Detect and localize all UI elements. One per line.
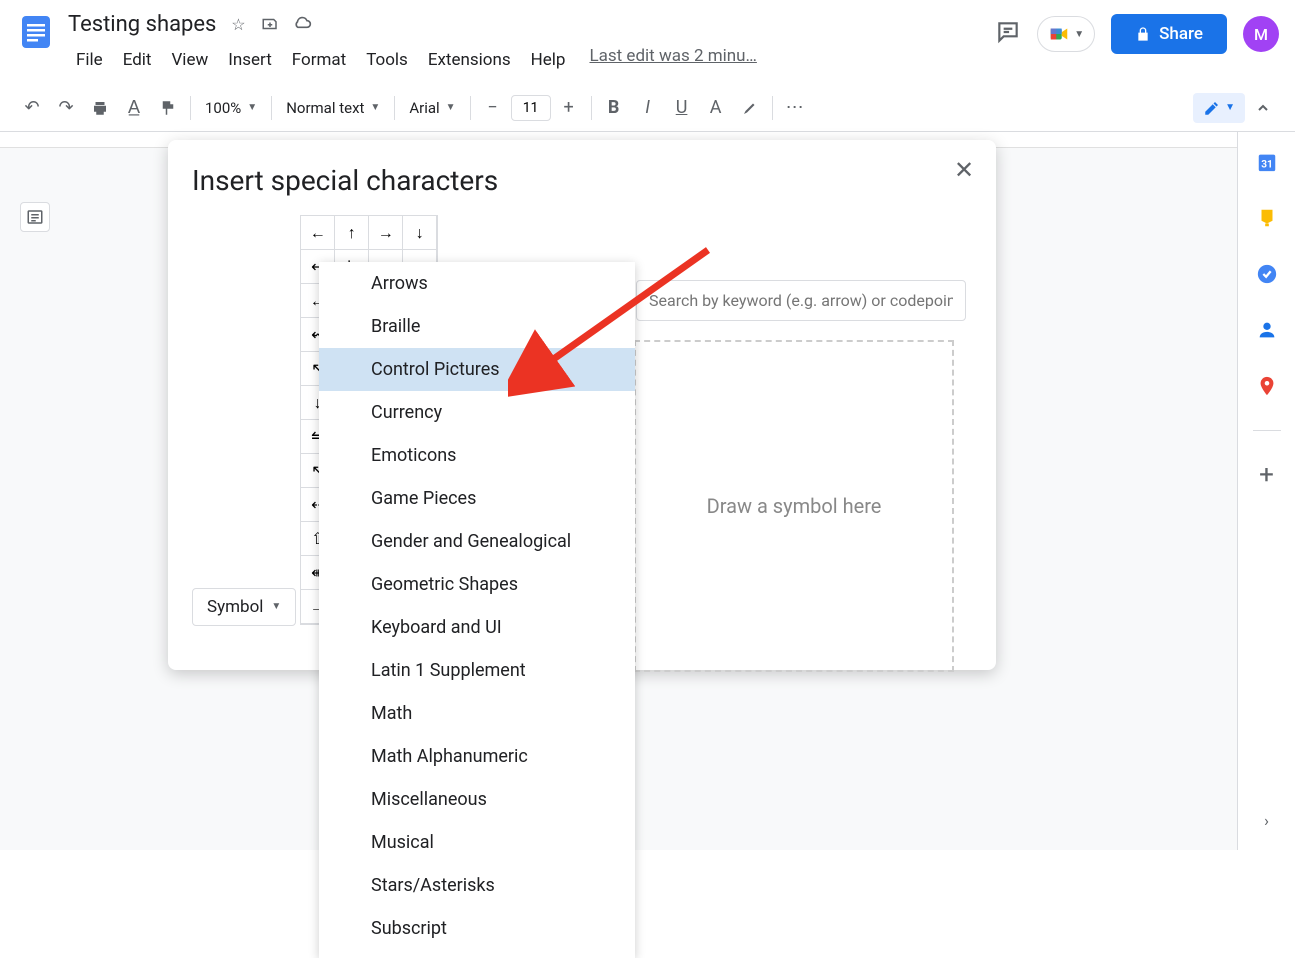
docs-logo[interactable] (16, 8, 56, 56)
toolbar: ↶ ↷ A̲ 100%▼ Normal text▼ Arial▼ − + B I… (0, 84, 1295, 132)
move-icon[interactable] (260, 14, 280, 34)
contacts-icon[interactable] (1255, 318, 1279, 342)
menu-insert[interactable]: Insert (220, 46, 280, 74)
category-item[interactable]: Subscript (319, 907, 635, 950)
category-item[interactable]: Math (319, 692, 635, 735)
cloud-status-icon[interactable] (292, 14, 312, 34)
category-item[interactable]: Geometric Shapes (319, 563, 635, 606)
menu-extensions[interactable]: Extensions (420, 46, 519, 74)
close-icon[interactable]: ✕ (950, 156, 978, 184)
maps-icon[interactable] (1255, 374, 1279, 398)
share-button[interactable]: Share (1111, 14, 1227, 54)
category-item[interactable]: Musical (319, 821, 635, 864)
doc-title[interactable]: Testing shapes (68, 12, 216, 37)
highlight-button[interactable] (734, 92, 766, 124)
symbol-cell[interactable]: ← (301, 216, 335, 250)
category-item[interactable]: Braille (319, 305, 635, 348)
paint-format-button[interactable] (152, 92, 184, 124)
svg-text:31: 31 (1261, 160, 1273, 171)
menubar: File Edit View Insert Format Tools Exten… (68, 40, 995, 74)
category-item[interactable]: Math Alphanumeric (319, 735, 635, 778)
category-item[interactable]: Control Pictures (319, 348, 635, 391)
account-avatar[interactable]: M (1243, 16, 1279, 52)
collapse-sidepanel-icon[interactable]: › (1264, 811, 1269, 830)
subcategory-dropdown[interactable]: ArrowsBrailleControl PicturesCurrencyEmo… (319, 262, 635, 958)
menu-format[interactable]: Format (284, 46, 354, 74)
style-select[interactable]: Normal text▼ (278, 95, 388, 121)
menu-edit[interactable]: Edit (115, 46, 160, 74)
underline-button[interactable]: U (666, 92, 698, 124)
side-panel: 31 + › (1237, 132, 1295, 850)
chevron-down-icon: ▼ (1074, 29, 1084, 40)
add-on-icon[interactable]: + (1255, 463, 1279, 487)
category-item[interactable]: Currency (319, 391, 635, 434)
spellcheck-button[interactable]: A̲ (118, 92, 150, 124)
tasks-icon[interactable] (1255, 262, 1279, 286)
bold-button[interactable]: B (598, 92, 630, 124)
undo-button[interactable]: ↶ (16, 92, 48, 124)
menu-file[interactable]: File (68, 46, 111, 74)
category-item[interactable]: Stars/Asterisks (319, 864, 635, 907)
zoom-select[interactable]: 100%▼ (197, 95, 265, 121)
category-item[interactable]: Latin 1 Supplement (319, 649, 635, 692)
dialog-title: Insert special characters (192, 164, 972, 197)
font-size-input[interactable] (511, 95, 551, 121)
symbol-cell[interactable]: → (369, 216, 403, 250)
search-input[interactable] (636, 280, 966, 321)
meet-button[interactable]: ▼ (1037, 16, 1095, 52)
calendar-icon[interactable]: 31 (1255, 150, 1279, 174)
menu-tools[interactable]: Tools (358, 46, 416, 74)
redo-button[interactable]: ↷ (50, 92, 82, 124)
last-edit-link[interactable]: Last edit was 2 minu… (589, 46, 756, 74)
category-item[interactable]: Arrows (319, 262, 635, 305)
draw-area[interactable]: Draw a symbol here (634, 340, 954, 672)
text-color-button[interactable]: A (700, 92, 732, 124)
font-size-increase[interactable]: + (553, 92, 585, 124)
category-item[interactable]: Game Pieces (319, 477, 635, 520)
draw-hint: Draw a symbol here (707, 494, 882, 518)
star-icon[interactable]: ☆ (228, 14, 248, 34)
editing-mode-button[interactable]: ▼ (1193, 93, 1245, 123)
print-button[interactable] (84, 92, 116, 124)
symbol-cell[interactable]: ↓ (403, 216, 437, 250)
category-item[interactable]: Gender and Genealogical (319, 520, 635, 563)
collapse-toolbar-button[interactable] (1247, 92, 1279, 124)
font-size-decrease[interactable]: − (477, 92, 509, 124)
symbol-category-button[interactable]: Symbol ▼ (192, 588, 296, 626)
more-button[interactable]: ⋯ (779, 92, 811, 124)
keep-icon[interactable] (1255, 206, 1279, 230)
menu-help[interactable]: Help (523, 46, 574, 74)
font-select[interactable]: Arial▼ (401, 95, 463, 121)
italic-button[interactable]: I (632, 92, 664, 124)
category-item[interactable]: Emoticons (319, 434, 635, 477)
category-item[interactable]: Keyboard and UI (319, 606, 635, 649)
category-item[interactable]: Miscellaneous (319, 778, 635, 821)
outline-button[interactable] (20, 202, 50, 232)
share-label: Share (1159, 24, 1203, 44)
symbol-cell[interactable]: ↑ (335, 216, 369, 250)
chevron-down-icon: ▼ (271, 601, 281, 612)
comments-icon[interactable] (995, 19, 1021, 49)
menu-view[interactable]: View (163, 46, 216, 74)
